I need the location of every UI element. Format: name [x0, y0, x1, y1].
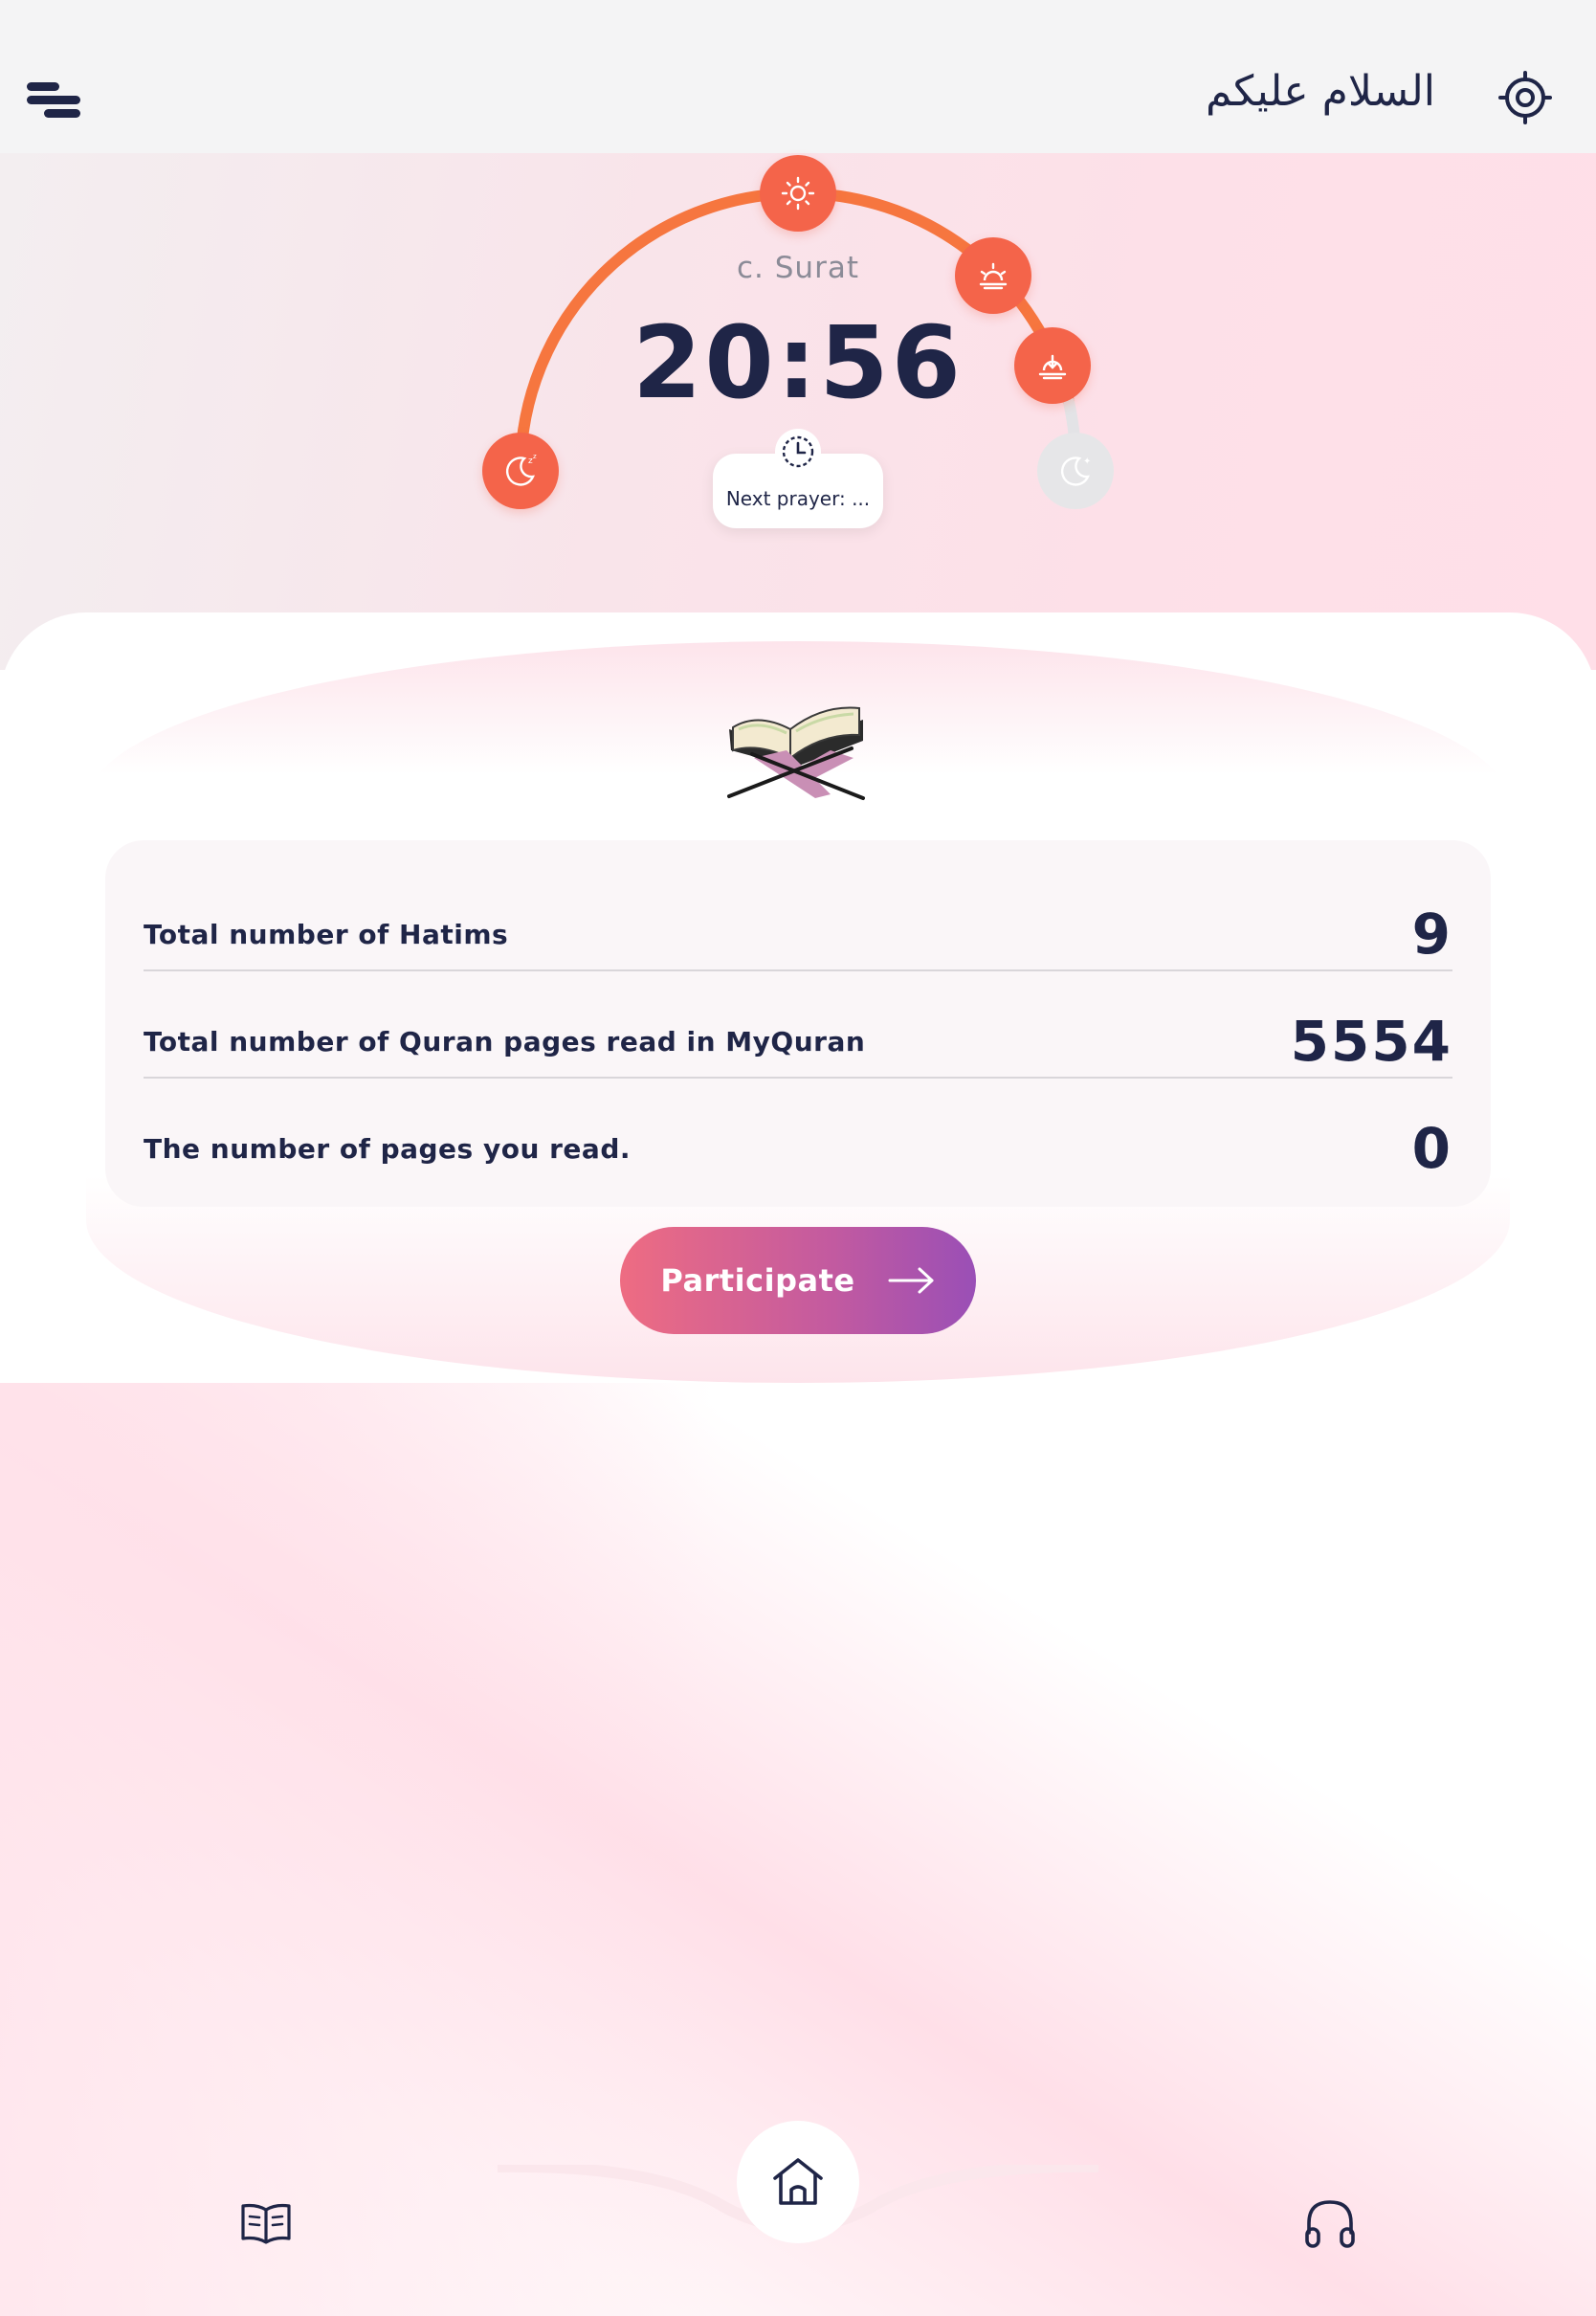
- participate-label: Participate: [660, 1262, 855, 1299]
- arrow-right-icon: [888, 1267, 934, 1294]
- city-label: c. Surat: [737, 251, 859, 285]
- stat-row-pages-user: The number of pages you read. 0: [144, 1095, 1452, 1202]
- clock-icon: [775, 429, 821, 475]
- prayer-point-dhuhr[interactable]: [760, 155, 836, 232]
- menu-icon-line: [44, 109, 80, 118]
- divider: [144, 1077, 1452, 1079]
- headphones-icon: [1305, 2200, 1355, 2248]
- stat-label: Total number of Hatims: [144, 918, 509, 950]
- menu-icon: [27, 82, 59, 91]
- app-header: السلام عليكم: [0, 0, 1596, 153]
- participate-button[interactable]: Participate: [620, 1227, 976, 1334]
- stat-label: Total number of Quran pages read in MyQu…: [144, 1025, 866, 1058]
- greeting-text: السلام عليكم: [1205, 67, 1435, 116]
- moon-star-icon: ✦: [1061, 457, 1091, 486]
- stat-value: 9: [1411, 902, 1452, 967]
- next-prayer-label: Next prayer: ...: [725, 487, 871, 510]
- stat-value: 0: [1411, 1116, 1452, 1181]
- menu-icon-line: [27, 96, 80, 104]
- target-icon: [1498, 71, 1552, 124]
- svg-text:✦: ✦: [1083, 457, 1091, 467]
- moon-sleep-icon: z z: [506, 453, 537, 486]
- nav-item-quran[interactable]: [228, 2190, 304, 2257]
- stat-row-hatims: Total number of Hatims 9: [144, 880, 1452, 988]
- stat-row-pages-total: Total number of Quran pages read in MyQu…: [144, 988, 1452, 1095]
- prayer-point-night[interactable]: ✦: [1037, 433, 1114, 509]
- open-book-icon: [241, 2203, 291, 2244]
- divider: [144, 969, 1452, 971]
- nav-item-home[interactable]: [737, 2121, 859, 2243]
- current-time: 20:56: [632, 304, 964, 421]
- menu-button[interactable]: [23, 75, 84, 121]
- stats-panel: Total number of Hatims 9 Total number of…: [105, 840, 1491, 1207]
- stat-value: 5554: [1290, 1009, 1452, 1074]
- svg-text:z: z: [533, 453, 537, 460]
- prayer-point-isha[interactable]: z z: [482, 433, 559, 509]
- stat-label: The number of pages you read.: [144, 1132, 631, 1165]
- nav-item-audio[interactable]: [1292, 2188, 1368, 2259]
- quran-stand-icon: [727, 706, 865, 800]
- location-button[interactable]: [1498, 71, 1552, 124]
- home-icon: [773, 2158, 823, 2205]
- sun-icon: [781, 176, 815, 211]
